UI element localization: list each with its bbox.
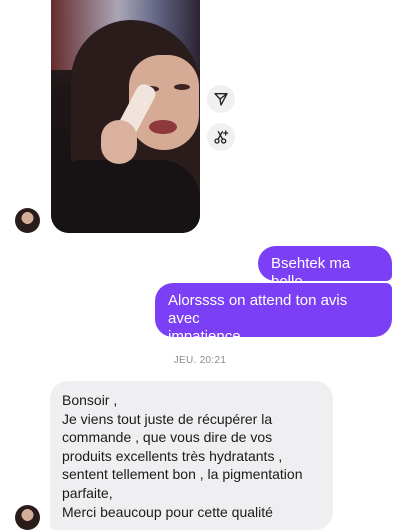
shared-photo[interactable] — [51, 0, 200, 233]
scissors-sparkle-icon — [214, 130, 229, 144]
message-text-line: produits excellents très hydratants , — [62, 447, 283, 464]
photo-eye — [174, 84, 190, 90]
photo-hand — [101, 120, 137, 164]
message-text-line: sentent tellement bon , la pigmentation — [62, 466, 303, 483]
message-text-line: Bonsoir , — [62, 392, 118, 408]
avatar[interactable] — [15, 505, 40, 530]
share-button[interactable] — [207, 85, 235, 113]
message-text-line: commande , que vous dire de vos — [62, 429, 273, 446]
photo-lips — [149, 120, 177, 134]
message-text-line: Alorssss on attend ton avis avec — [168, 292, 348, 327]
avatar[interactable] — [15, 208, 40, 233]
message-text-line: impatience — [168, 328, 241, 345]
message-text-line: Merci beaucoup pour cette qualité — [62, 503, 273, 520]
message-text-line: parfaite, — [62, 484, 113, 501]
outgoing-message[interactable]: Alorssss on attend ton avis avec impatie… — [155, 283, 392, 345]
message-text-line: Je viens tout juste de récupérer la — [62, 410, 273, 427]
outgoing-message[interactable]: Bsehtek ma belle — [258, 246, 392, 290]
timestamp: JEU. 20:21 — [173, 355, 227, 366]
photo-shirt — [51, 160, 200, 233]
remix-button[interactable] — [207, 123, 235, 151]
incoming-message[interactable]: Bonsoir , Je viens tout juste de récupér… — [50, 381, 333, 530]
send-icon — [214, 93, 228, 106]
